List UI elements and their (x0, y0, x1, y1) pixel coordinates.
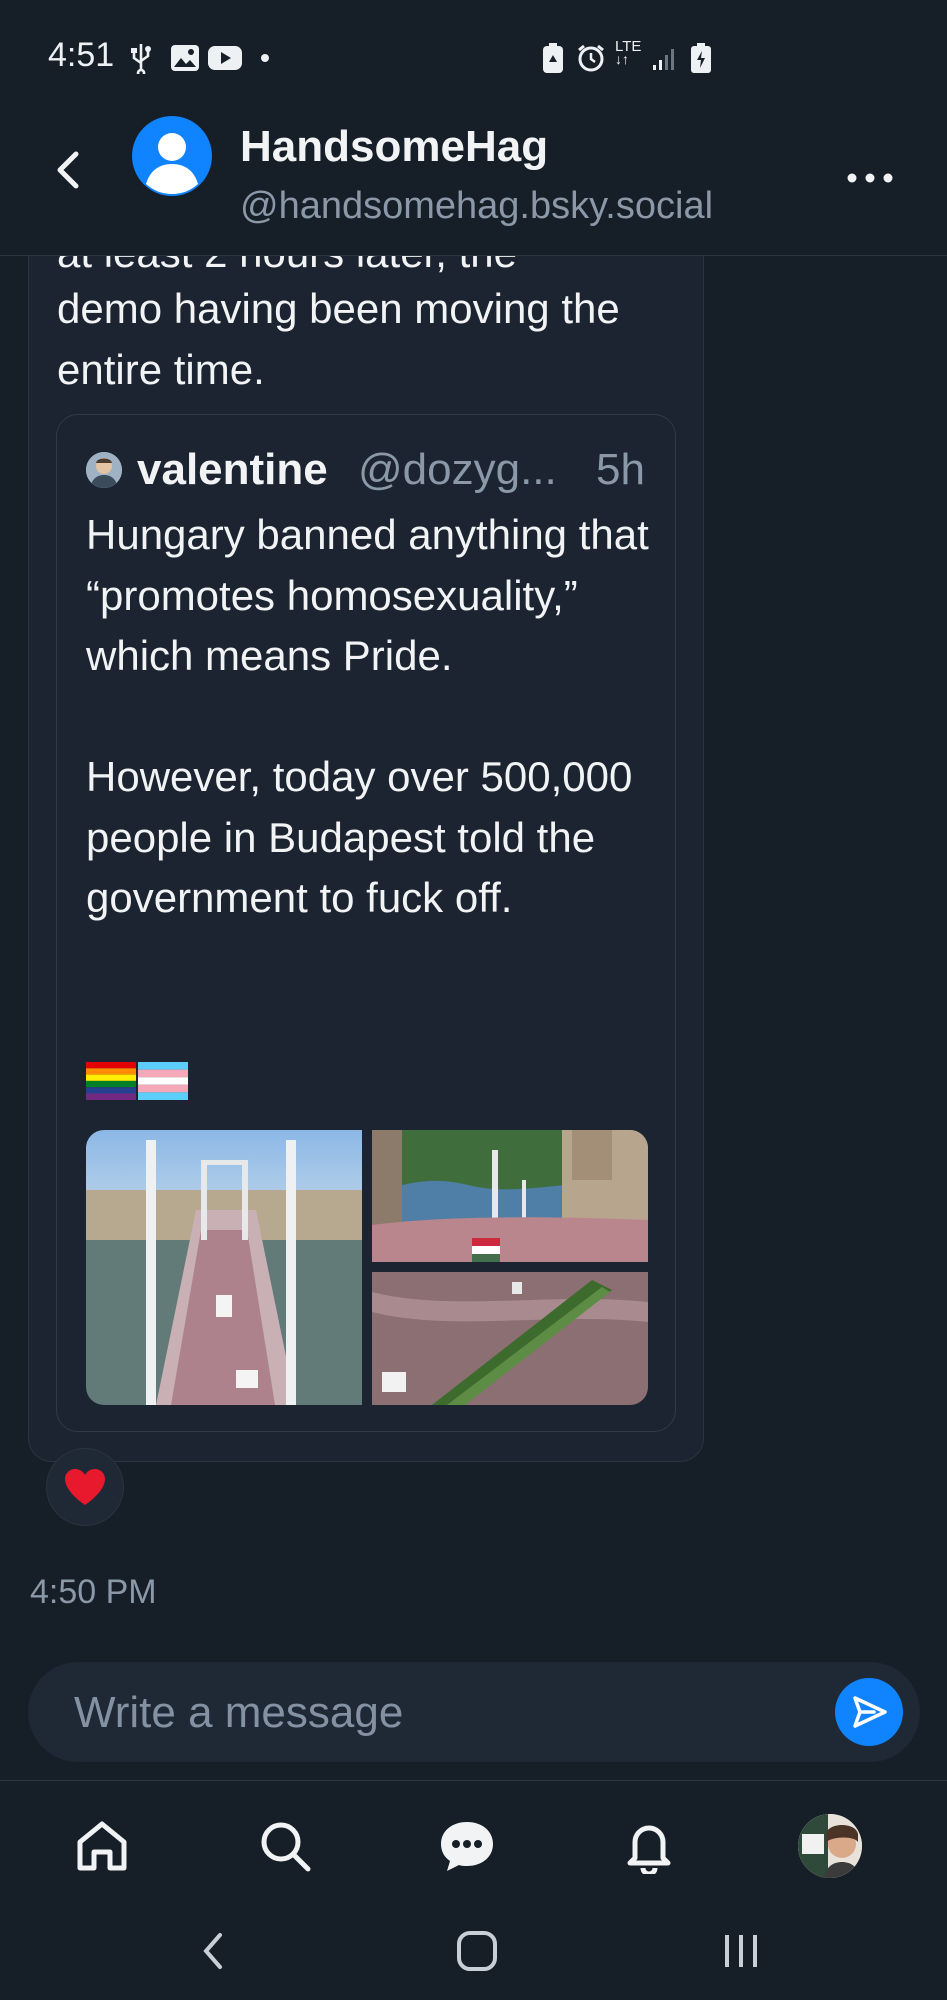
signal-icon (652, 40, 678, 76)
quote-author-avatar (86, 452, 122, 488)
search-icon (261, 1822, 311, 1872)
conversation-header: HandsomeHag @handsomehag.bsky.social (0, 110, 947, 256)
nav-search[interactable] (250, 1811, 320, 1881)
default-avatar-icon (146, 133, 198, 194)
status-bar: 4:51 LTE ↓↑ (0, 0, 947, 110)
send-button[interactable] (835, 1678, 903, 1746)
message-timestamp: 4:50 PM (30, 1573, 157, 1611)
lte-icon: LTE ↓↑ (615, 39, 641, 76)
system-home-button[interactable] (442, 1923, 512, 1979)
heart-icon (65, 1469, 105, 1505)
more-horizontal-icon (847, 173, 893, 183)
contact-display-name[interactable]: HandsomeHag (240, 122, 548, 172)
quote-author-handle: @dozyg... (358, 445, 557, 494)
transgender-flag-emoji (138, 1062, 188, 1100)
more-options-button[interactable] (842, 158, 898, 198)
chevron-left-icon (57, 151, 79, 189)
image-icon (170, 40, 200, 76)
user-avatar[interactable] (132, 116, 212, 196)
aerial-crowd-photo[interactable] (372, 1272, 648, 1405)
dot-icon (260, 40, 270, 76)
usb-icon (130, 40, 152, 76)
alarm-icon (576, 40, 606, 76)
system-recents-icon (725, 1935, 757, 1967)
battery-charging-icon (690, 40, 712, 76)
notifications-icon (627, 1825, 671, 1874)
message-input[interactable] (72, 1680, 816, 1746)
data-arrows: ↓↑ (615, 51, 629, 67)
hungarian-flag-crowd-photo[interactable] (372, 1130, 648, 1262)
quote-author-name: valentine (137, 445, 328, 494)
bridge-crowd-photo[interactable] (86, 1130, 362, 1405)
system-home-icon (457, 1931, 497, 1971)
recycle-icon (542, 40, 564, 76)
chat-icon (441, 1822, 493, 1871)
quote-text: Hungary banned anything that “promotes h… (86, 511, 649, 921)
home-icon (77, 1821, 127, 1871)
message-text: demo having been moving the entire time. (57, 285, 620, 393)
rainbow-flag-emoji (86, 1062, 136, 1100)
nav-notifications[interactable] (614, 1811, 684, 1881)
system-back-button[interactable] (178, 1923, 248, 1979)
system-recents-button[interactable] (706, 1923, 776, 1979)
bottom-navigation (0, 1780, 947, 1906)
system-back-icon (203, 1933, 222, 1969)
youtube-icon (207, 40, 243, 76)
status-time: 4:51 (48, 36, 115, 74)
nav-profile[interactable] (798, 1814, 862, 1878)
message-composer (28, 1662, 920, 1762)
back-button[interactable] (40, 135, 96, 205)
heart-reaction[interactable] (46, 1448, 124, 1526)
system-navigation-bar (0, 1905, 947, 2000)
quote-emoji-row (86, 1062, 188, 1100)
profile-avatar (798, 1814, 862, 1878)
quote-timestamp: 5h (596, 445, 645, 494)
nav-home[interactable] (67, 1811, 137, 1881)
send-icon (853, 1696, 887, 1728)
nav-chat[interactable] (432, 1811, 502, 1881)
contact-handle[interactable]: @handsomehag.bsky.social (240, 185, 713, 228)
